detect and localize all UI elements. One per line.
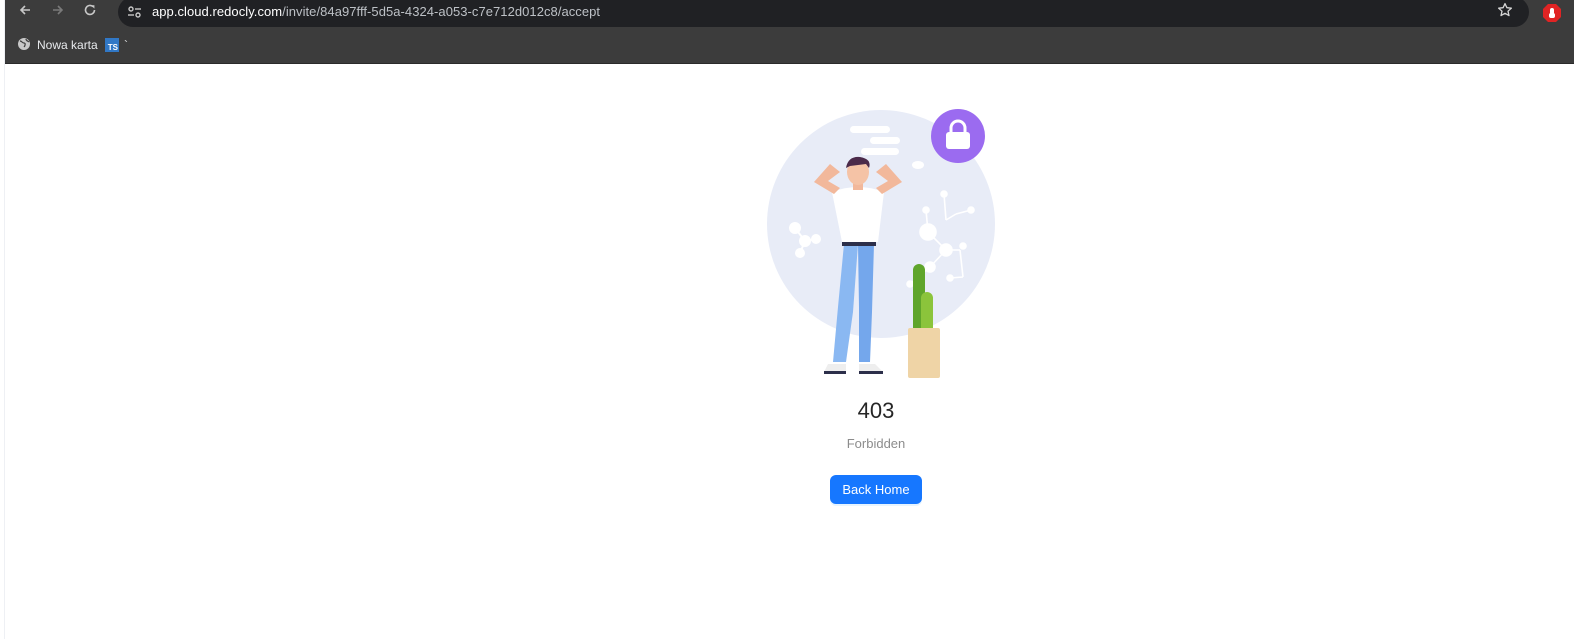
address-bar[interactable]: app.cloud.redocly.com/invite/84a97fff-5d… bbox=[118, 0, 1529, 27]
page-content: 403 Forbidden Back Home bbox=[5, 64, 1574, 639]
bookmark-label: ` bbox=[124, 38, 128, 52]
extension-button[interactable] bbox=[1542, 3, 1562, 23]
bookmark-star-button[interactable] bbox=[1494, 2, 1516, 24]
reload-button[interactable] bbox=[77, 1, 103, 25]
star-icon bbox=[1497, 2, 1513, 22]
bookmark-label: Nowa karta bbox=[37, 38, 98, 52]
forbidden-illustration bbox=[767, 109, 995, 378]
globe-icon bbox=[17, 37, 31, 54]
url-text[interactable]: app.cloud.redocly.com/invite/84a97fff-5d… bbox=[152, 4, 600, 19]
reload-icon bbox=[83, 4, 97, 21]
arrow-right-icon bbox=[51, 4, 65, 21]
arrow-left-icon bbox=[18, 4, 32, 21]
ts-icon-text: TS bbox=[107, 43, 118, 52]
url-host: app.cloud.redocly.com bbox=[152, 4, 283, 19]
status-code: 403 bbox=[857, 398, 895, 423]
back-home-button[interactable]: Back Home bbox=[830, 475, 922, 504]
ts-icon: TS bbox=[105, 38, 119, 52]
browser-toolbar: app.cloud.redocly.com/invite/84a97fff-5d… bbox=[5, 0, 1574, 27]
bookmark-ts[interactable]: TS ` bbox=[105, 35, 128, 55]
browser-window: app.cloud.redocly.com/invite/84a97fff-5d… bbox=[0, 0, 1574, 639]
back-button[interactable] bbox=[12, 1, 38, 25]
status-text: Forbidden bbox=[846, 436, 906, 451]
url-path: /invite/84a97fff-5d5a-4324-a053-c7e712d0… bbox=[282, 4, 601, 19]
forward-button[interactable] bbox=[45, 1, 71, 25]
bookmarks-bar: Nowa karta TS ` bbox=[5, 27, 1574, 64]
stop-hand-icon bbox=[1542, 4, 1562, 27]
bookmark-nowa-karta[interactable]: Nowa karta bbox=[17, 35, 98, 55]
tune-icon[interactable] bbox=[126, 4, 144, 20]
